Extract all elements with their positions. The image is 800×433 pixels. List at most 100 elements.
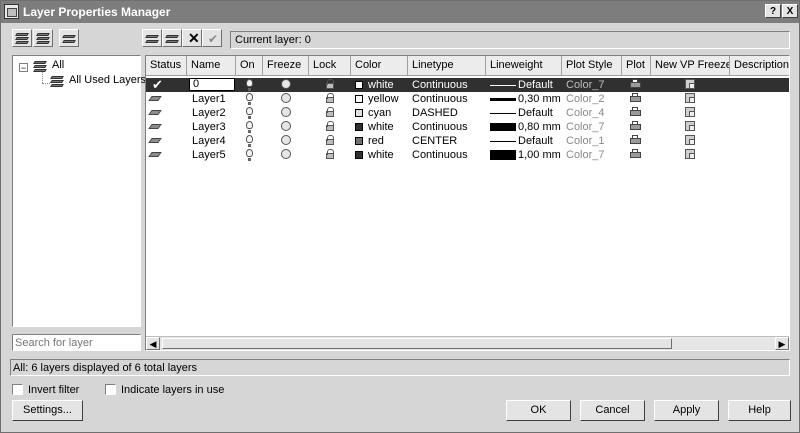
linetype-cell[interactable]: Continuous [412,148,486,162]
col-plot[interactable]: Plot [622,56,651,76]
color-cell[interactable]: white [351,78,408,92]
on-bulb-icon[interactable] [246,107,253,119]
filter-tree[interactable]: − All All Used Layers [12,55,146,327]
new-property-filter-button[interactable] [12,29,32,47]
linetype-cell[interactable]: Continuous [412,78,486,92]
plot-style-cell: Color_4 [566,107,605,119]
cancel-button[interactable]: Cancel [580,400,645,421]
new-group-filter-button[interactable] [33,29,53,47]
layer-name[interactable]: Layer3 [192,120,236,134]
col-new-vp-freeze[interactable]: New VP Freeze [651,56,730,76]
lineweight-cell[interactable]: 0,30 mm [486,92,562,106]
lineweight-cell[interactable]: 0,80 mm [486,120,562,134]
unlock-icon[interactable] [326,107,334,117]
on-bulb-icon[interactable] [246,121,253,133]
vp-freeze-icon[interactable] [685,93,695,103]
layer-name[interactable]: Layer5 [192,148,236,162]
delete-layer-button[interactable]: ✕ [182,29,202,47]
apply-button[interactable]: Apply [654,400,719,421]
vp-freeze-icon[interactable] [685,121,695,131]
linetype-cell[interactable]: CENTER [412,134,486,148]
scroll-right-arrow-icon[interactable]: ▶ [775,337,789,350]
freeze-sun-icon[interactable] [281,121,291,131]
invert-filter-checkbox[interactable] [12,384,23,395]
plot-printer-icon[interactable] [630,93,641,103]
layer-row[interactable]: Layer1 yellow Continuous 0,30 mm Color_2 [146,92,789,106]
freeze-sun-icon[interactable] [281,93,291,103]
col-linetype[interactable]: Linetype [408,56,486,76]
col-lock[interactable]: Lock [309,56,351,76]
plot-printer-icon[interactable] [630,135,641,145]
col-status[interactable]: Status [146,56,187,76]
unlock-icon[interactable] [326,79,334,89]
search-layer-box[interactable] [12,334,141,351]
settings-button[interactable]: Settings... [12,400,83,421]
col-freeze[interactable]: Freeze [263,56,309,76]
search-input[interactable] [13,335,141,350]
on-bulb-icon[interactable] [246,149,253,161]
plot-printer-icon[interactable] [630,107,641,117]
close-title-button[interactable]: X [782,4,798,18]
plot-style-cell: Color_7 [566,121,605,133]
col-on[interactable]: On [236,56,263,76]
color-cell[interactable]: yellow [351,92,408,106]
new-layer-button[interactable] [142,29,162,47]
on-bulb-icon[interactable] [246,93,253,105]
ok-button[interactable]: OK [506,400,571,421]
vp-freeze-icon[interactable] [685,107,695,117]
col-description[interactable]: Description [730,56,789,76]
layer-name[interactable]: Layer2 [192,106,236,120]
layer-name[interactable]: Layer4 [192,134,236,148]
unlock-icon[interactable] [326,149,334,159]
vp-freeze-icon[interactable] [685,149,695,159]
collapse-toggle[interactable]: − [19,63,28,73]
plot-printer-icon[interactable] [630,121,641,131]
layer-row[interactable]: Layer2 cyan DASHED Default Color_4 [146,106,789,120]
plot-printer-icon[interactable] [630,149,641,159]
help-button[interactable]: Help [728,400,791,421]
linetype-cell[interactable]: Continuous [412,92,486,106]
freeze-sun-icon[interactable] [281,79,291,89]
linetype-cell[interactable]: DASHED [412,106,486,120]
lineweight-cell[interactable]: Default [486,106,562,120]
lineweight-value: 0,30 mm [518,93,561,105]
layer-name[interactable]: Layer1 [192,92,236,106]
col-color[interactable]: Color [351,56,408,76]
lineweight-cell[interactable]: 1,00 mm [486,148,562,162]
unlock-icon[interactable] [326,121,334,131]
layer-name-field[interactable]: 0 [189,78,235,91]
help-title-button[interactable]: ? [765,4,781,18]
layer-row[interactable]: Layer5 white Continuous 1,00 mm Color_7 [146,148,789,162]
layer-states-button[interactable] [59,29,79,47]
color-cell[interactable]: cyan [351,106,408,120]
layer-row[interactable]: Layer4 red CENTER Default Color_1 [146,134,789,148]
vp-freeze-icon[interactable] [685,135,695,145]
freeze-sun-icon[interactable] [281,107,291,117]
layer-list[interactable]: Status Name On Freeze Lock Color Linetyp… [145,55,790,351]
lineweight-cell[interactable]: Default [486,134,562,148]
color-cell[interactable]: red [351,134,408,148]
color-cell[interactable]: white [351,148,408,162]
on-bulb-icon[interactable] [246,79,253,91]
layer-row[interactable]: Layer3 white Continuous 0,80 mm Color_7 [146,120,789,134]
scroll-left-arrow-icon[interactable]: ◀ [146,337,160,350]
col-lineweight[interactable]: Lineweight [486,56,562,76]
unlock-icon[interactable] [326,135,334,145]
lineweight-cell[interactable]: Default [486,78,562,92]
col-plot-style[interactable]: Plot Style [562,56,622,76]
unlock-icon[interactable] [326,93,334,103]
col-name[interactable]: Name [187,56,236,76]
vp-freeze-icon[interactable] [685,79,695,89]
new-vp-frozen-layer-button[interactable] [162,29,182,47]
freeze-sun-icon[interactable] [281,135,291,145]
set-current-button[interactable]: ✔ [202,29,222,47]
plot-printer-icon[interactable] [630,79,641,89]
on-bulb-icon[interactable] [246,135,253,147]
color-cell[interactable]: white [351,120,408,134]
layer-row[interactable]: ✔ 0 white Continuous Default Color_7 [146,77,789,92]
freeze-sun-icon[interactable] [281,149,291,159]
linetype-cell[interactable]: Continuous [412,120,486,134]
indicate-layers-checkbox[interactable] [105,384,116,395]
scroll-thumb[interactable] [162,338,672,349]
horizontal-scrollbar[interactable]: ◀ ▶ [146,336,789,350]
